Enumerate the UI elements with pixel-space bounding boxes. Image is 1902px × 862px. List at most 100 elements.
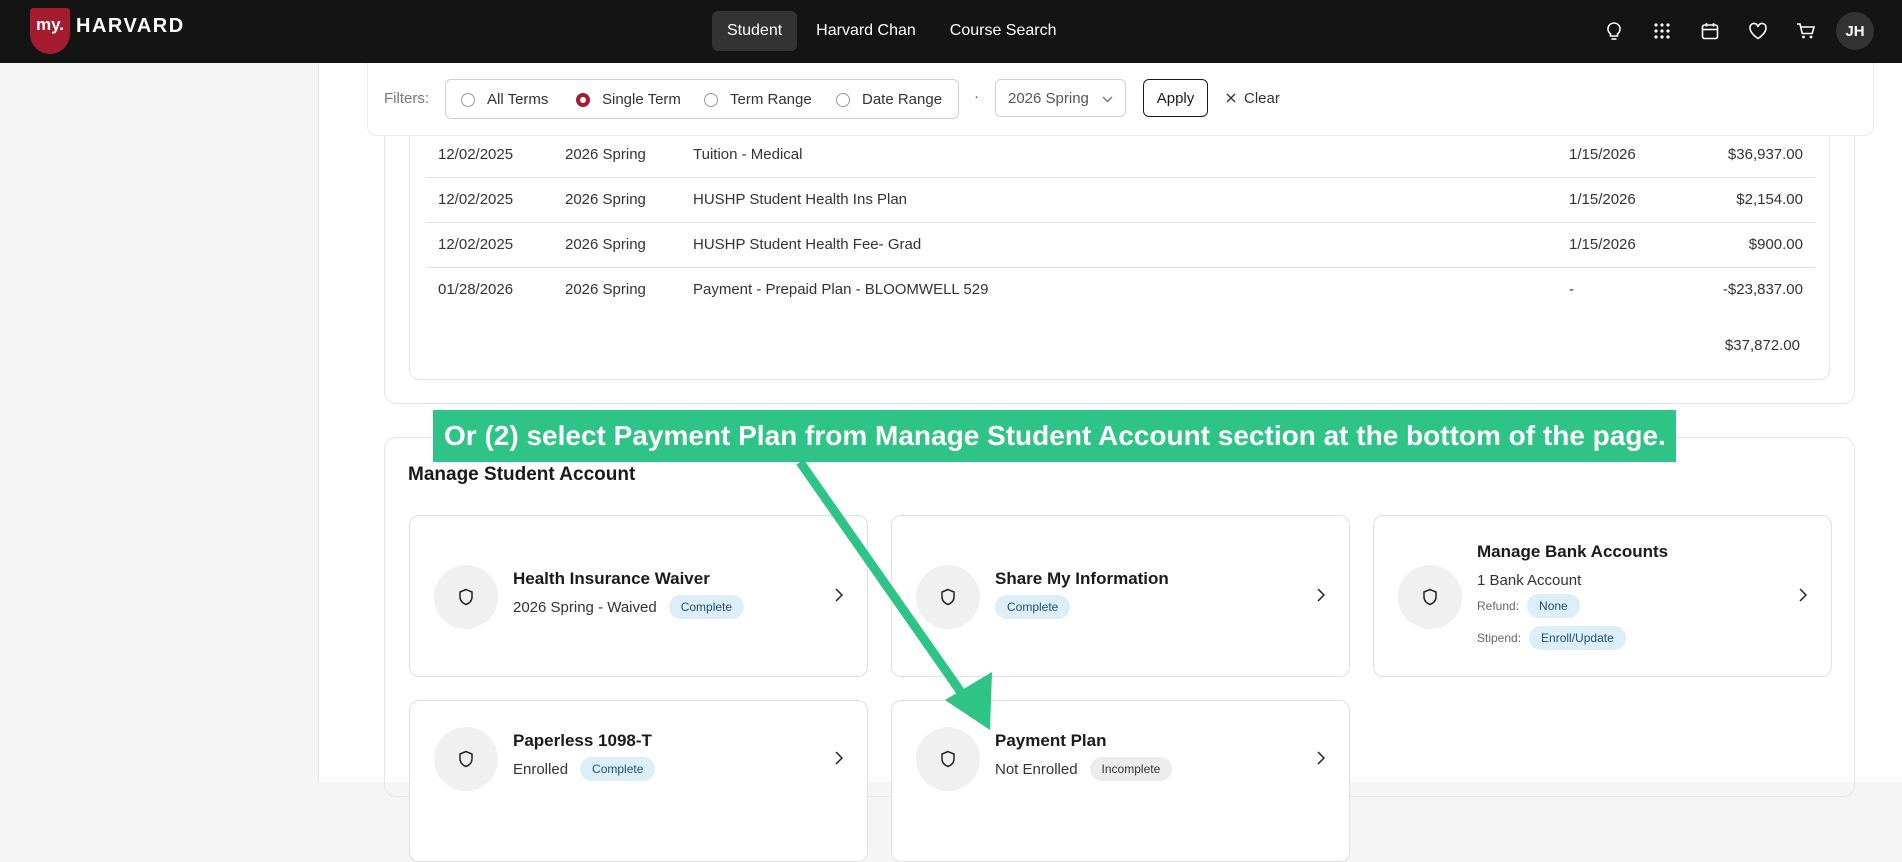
left-sidebar: Forms & Documents	[0, 49, 319, 782]
row-term: 2026 Spring	[565, 236, 646, 253]
filter-option-label: All Terms	[487, 91, 549, 108]
row-description: Payment - Prepaid Plan - BLOOMWELL 529	[693, 281, 989, 298]
shield-icon	[916, 727, 980, 791]
row-description: HUSHP Student Health Fee- Grad	[693, 236, 922, 253]
radio-selected-icon	[576, 92, 590, 107]
nav-harvard-chan[interactable]: Harvard Chan	[801, 11, 931, 51]
stipend-label: Stipend:	[1477, 631, 1522, 645]
clear-button[interactable]: Clear	[1226, 90, 1280, 107]
row-due-date: -	[1569, 281, 1574, 298]
paperless-1098t-card[interactable]: Paperless 1098-T Enrolled Complete	[409, 700, 868, 862]
row-description: HUSHP Student Health Ins Plan	[693, 191, 908, 208]
card-title: Health Insurance Waiver	[513, 569, 710, 588]
my-harvard-logo[interactable]: my. HARVARD	[30, 8, 185, 54]
row-due-date: 1/15/2026	[1569, 146, 1636, 163]
nav-course-search[interactable]: Course Search	[935, 11, 1072, 51]
card-title: Paperless 1098-T	[513, 731, 652, 750]
cart-icon[interactable]	[1788, 12, 1824, 50]
logo-shield: my.	[30, 8, 70, 54]
row-term: 2026 Spring	[565, 146, 646, 163]
chevron-right-icon	[835, 588, 844, 607]
filter-date-range[interactable]: Date Range	[836, 91, 942, 108]
header-icons: JH	[1596, 12, 1874, 50]
status-badge: Incomplete	[1089, 757, 1173, 781]
filter-single-term[interactable]: Single Term	[576, 91, 681, 108]
status-badge: Complete	[580, 757, 656, 781]
chevron-right-icon	[1317, 751, 1326, 770]
stipend-badge: Enroll/Update	[1529, 626, 1626, 650]
row-term: 2026 Spring	[565, 281, 646, 298]
nav-student[interactable]: Student	[712, 11, 798, 51]
heart-icon[interactable]	[1740, 12, 1776, 50]
lightbulb-icon[interactable]	[1596, 12, 1632, 50]
radio-icon	[704, 92, 718, 107]
top-nav: Student Harvard Chan Course Search	[712, 11, 1071, 51]
status-badge: Complete	[995, 595, 1071, 619]
card-subtitle: Complete	[995, 595, 1071, 619]
radio-icon	[461, 92, 475, 107]
filter-term-range[interactable]: Term Range	[704, 91, 812, 108]
chevron-down-icon	[1102, 90, 1113, 107]
card-subtitle: 2026 Spring - Waived Complete	[513, 595, 745, 619]
apply-button[interactable]: Apply	[1143, 79, 1208, 117]
table-row: 01/28/2026 2026 Spring Payment - Prepaid…	[426, 267, 1815, 312]
row-amount: -$23,837.00	[1722, 281, 1803, 298]
row-term: 2026 Spring	[565, 191, 646, 208]
clear-label: Clear	[1244, 90, 1280, 107]
radio-icon	[836, 92, 850, 107]
health-insurance-waiver-card[interactable]: Health Insurance Waiver 2026 Spring - Wa…	[409, 515, 868, 677]
row-due-date: 1/15/2026	[1569, 191, 1636, 208]
filters-label: Filters:	[384, 90, 429, 107]
row-amount: $900.00	[1748, 236, 1803, 253]
avatar[interactable]: JH	[1836, 12, 1874, 50]
apps-grid-icon[interactable]	[1644, 12, 1680, 50]
card-subtitle: 1 Bank Account	[1477, 572, 1582, 589]
shield-icon	[1398, 565, 1462, 629]
card-subtitle: Enrolled Complete	[513, 757, 656, 781]
close-icon	[1226, 90, 1236, 107]
term-select-value: 2026 Spring	[1008, 89, 1089, 107]
term-select[interactable]: 2026 Spring	[995, 79, 1126, 117]
payment-plan-card[interactable]: Payment Plan Not Enrolled Incomplete	[891, 700, 1350, 862]
refund-badge: None	[1527, 594, 1580, 618]
filter-option-label: Term Range	[730, 91, 812, 108]
shield-icon	[434, 727, 498, 791]
top-navigation-bar: my. HARVARD Student Harvard Chan Course …	[0, 0, 1902, 63]
shield-icon	[916, 565, 980, 629]
section-title: Manage Student Account	[408, 464, 636, 485]
filter-all-terms[interactable]: All Terms	[461, 91, 548, 108]
row-description: Tuition - Medical	[693, 146, 803, 163]
row-date: 12/02/2025	[438, 236, 514, 253]
row-date: 01/28/2026	[438, 281, 514, 298]
card-title: Payment Plan	[995, 731, 1107, 750]
card-title: Share My Information	[995, 569, 1169, 588]
chevron-right-icon	[1317, 588, 1326, 607]
card-status-text: Not Enrolled	[995, 760, 1078, 778]
logo-text: HARVARD	[76, 15, 185, 37]
row-date: 12/02/2025	[438, 191, 514, 208]
total-amount: $37,872.00	[1724, 337, 1800, 354]
instruction-callout: Or (2) select Payment Plan from Manage S…	[433, 410, 1676, 462]
stipend-row: Stipend: Enroll/Update	[1477, 626, 1626, 650]
chevron-right-icon	[835, 751, 844, 770]
row-amount: $36,937.00	[1727, 146, 1803, 163]
row-amount: $2,154.00	[1736, 191, 1803, 208]
card-status-text: Enrolled	[513, 760, 569, 778]
status-badge: Complete	[668, 595, 745, 619]
shield-icon	[434, 565, 498, 629]
row-date: 12/02/2025	[438, 146, 514, 163]
filter-separator: ·	[974, 88, 979, 105]
table-row: 12/02/2025 2026 Spring HUSHP Student Hea…	[426, 177, 1815, 223]
row-due-date: 1/15/2026	[1569, 236, 1636, 253]
refund-row: Refund: None	[1477, 594, 1580, 618]
filter-option-label: Single Term	[602, 91, 681, 108]
share-my-information-card[interactable]: Share My Information Complete	[891, 515, 1350, 677]
table-row: 12/02/2025 2026 Spring Tuition - Medical…	[426, 132, 1815, 178]
manage-bank-accounts-card[interactable]: Manage Bank Accounts 1 Bank Account Refu…	[1373, 515, 1832, 677]
filter-bar: Filters: All Terms Single Term Term Rang…	[367, 63, 1874, 136]
card-status-text: 2026 Spring - Waived	[513, 598, 657, 616]
table-row: 12/02/2025 2026 Spring HUSHP Student Hea…	[426, 222, 1815, 268]
refund-label: Refund:	[1477, 599, 1520, 613]
term-filter-group: All Terms Single Term Term Range Date Ra…	[445, 79, 959, 119]
calendar-icon[interactable]	[1692, 12, 1728, 50]
